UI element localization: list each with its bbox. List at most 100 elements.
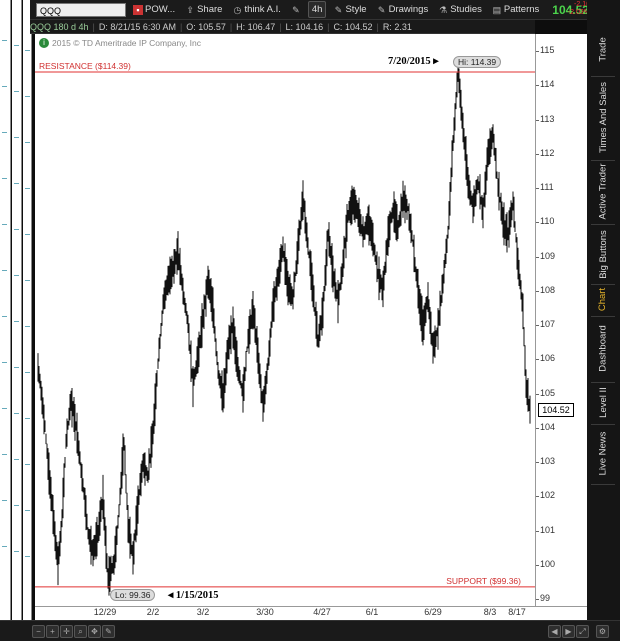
strip-marker <box>14 321 19 322</box>
share-label: Share <box>197 4 223 15</box>
settings-button[interactable]: ✎ <box>288 2 304 17</box>
side-tab-chart[interactable]: Chart <box>589 284 617 314</box>
scroll-right-button[interactable]: ▶ <box>562 625 575 638</box>
side-tab-dashboard[interactable]: Dashboard <box>589 316 617 380</box>
strip-marker <box>14 183 19 184</box>
price-tick-mark <box>536 188 539 190</box>
patterns-button[interactable]: ▤ Patterns <box>489 2 542 17</box>
strip-marker <box>2 224 7 225</box>
side-tab-label: Chart <box>597 287 609 311</box>
side-tab-level-ii[interactable]: Level II <box>589 382 617 422</box>
strip-marker <box>14 137 19 138</box>
price-tick-label: 105 <box>540 387 556 398</box>
magnifier-button[interactable]: ⌕ <box>74 625 87 638</box>
think-label: think A.I. <box>244 4 281 15</box>
price-tick-label: 113 <box>540 113 555 124</box>
support-label: SUPPORT ($99.36) <box>446 575 521 586</box>
strip-marker <box>25 510 30 511</box>
bar-range: R: 2.31 <box>382 21 412 32</box>
date-tick-label: 8/17 <box>508 607 526 617</box>
strip-marker <box>2 500 7 501</box>
strip-marker <box>14 45 19 46</box>
low-date-text: 1/15/2015 <box>175 589 219 601</box>
price-chart[interactable]: i 2015 © TD Ameritrade IP Company, Inc R… <box>35 34 535 606</box>
gear-icon[interactable]: ⚙ <box>596 625 609 638</box>
price-tick-mark <box>536 530 539 532</box>
aggregation-button[interactable]: 4h <box>307 1 327 18</box>
price-tick-label: 112 <box>540 147 555 158</box>
side-tab-divider <box>591 224 615 225</box>
wrench-icon: ✎ <box>292 4 300 15</box>
clock-icon: ◷ <box>233 4 242 15</box>
aggregation-label: 4h <box>311 4 323 15</box>
price-tick-label: 107 <box>540 319 556 330</box>
share-button[interactable]: ⇪ Share <box>182 2 225 17</box>
patterns-icon: ▤ <box>492 4 502 15</box>
price-tick-mark <box>536 496 539 498</box>
side-tab-active-trader[interactable]: Active Trader <box>589 160 617 222</box>
left-panel-strip-3[interactable] <box>23 0 32 620</box>
low-bubble: Lo: 99.36 <box>110 588 156 601</box>
price-tick-mark <box>536 599 539 601</box>
symbol-link-button[interactable]: ▪ POW... <box>130 2 178 17</box>
high-bubble: Hi: 114.39 <box>453 56 502 69</box>
chart-info-bar: QQQ 180 d 4h | D: 8/21/15 6:30 AM | O: 1… <box>30 20 535 34</box>
info-icon[interactable]: i <box>39 38 49 48</box>
pan-button[interactable]: ✥ <box>88 625 101 638</box>
price-tick-label: 115 <box>540 45 555 56</box>
price-tick-label: 108 <box>540 284 556 295</box>
strip-marker <box>2 454 7 455</box>
strip-marker <box>14 91 19 92</box>
strip-marker <box>2 40 7 41</box>
high-date-annotation: 7/20/2015 ▸ <box>388 55 439 67</box>
strip-marker <box>25 372 30 373</box>
symbol-tag: POW... <box>145 4 176 15</box>
ohlc-bars <box>37 67 531 596</box>
side-tab-trade[interactable]: Trade <box>589 24 617 74</box>
left-panel-strip-2[interactable] <box>12 0 22 620</box>
drawings-button[interactable]: ✎ Drawings <box>374 2 432 17</box>
strip-marker <box>25 280 30 281</box>
strip-marker <box>2 270 7 271</box>
price-tick-label: 110 <box>540 216 555 227</box>
think-ai-button[interactable]: ◷ think A.I. <box>229 2 283 17</box>
crosshair-button[interactable]: ✛ <box>60 625 73 638</box>
expand-button[interactable]: ⤢ <box>576 625 589 638</box>
studies-button[interactable]: ⚗ Studies <box>435 2 485 17</box>
side-tab-label: Active Trader <box>597 163 609 219</box>
style-button[interactable]: ✎ Style <box>330 2 369 17</box>
side-tab-times-and-sales[interactable]: Times And Sales <box>589 76 617 158</box>
date-tick-label: 8/3 <box>483 607 497 617</box>
strip-marker <box>25 326 30 327</box>
price-tick-label: 100 <box>540 558 556 569</box>
side-tab-big-buttons[interactable]: Big Buttons <box>589 226 617 282</box>
bar-close: C: 104.52 <box>333 21 373 32</box>
date-tick-label: 2/2 <box>146 607 160 617</box>
side-tab-live-news[interactable]: Live News <box>589 424 617 482</box>
scroll-left-button[interactable]: ◀ <box>548 625 561 638</box>
price-chart-svg[interactable] <box>35 34 535 606</box>
price-tick-label: 109 <box>540 250 556 261</box>
strip-marker <box>2 86 7 87</box>
strip-marker <box>2 178 7 179</box>
symbol-input[interactable]: QQQ <box>36 2 126 17</box>
strip-marker <box>14 413 19 414</box>
share-icon: ⇪ <box>186 4 194 15</box>
strip-marker <box>25 50 30 51</box>
drawing-tool-button[interactable]: ✎ <box>102 625 115 638</box>
date-tick-label: 3/30 <box>256 607 274 617</box>
date-tick-label: 4/27 <box>313 607 331 617</box>
left-panel-strip-1[interactable] <box>0 0 11 620</box>
price-tick-mark <box>536 119 539 121</box>
zoom-out-button[interactable]: − <box>32 625 45 638</box>
side-tab-label: Trade <box>597 36 609 62</box>
date-axis[interactable]: 12/29 2/2 3/2 3/30 4/27 6/1 6/29 8/3 8/17 <box>35 606 587 621</box>
price-axis[interactable]: 115 114 113 112 111 110 109 108 107 106 105 104 103 1… <box>535 34 588 606</box>
strip-marker <box>25 418 30 419</box>
pencil-icon: ✎ <box>377 4 386 15</box>
price-tick-label: 104 <box>540 421 556 432</box>
zoom-in-button[interactable]: + <box>46 625 59 638</box>
resistance-label: RESISTANCE ($114.39) <box>39 61 131 72</box>
price-tick-mark <box>536 325 539 327</box>
price-tick-mark <box>536 359 539 361</box>
